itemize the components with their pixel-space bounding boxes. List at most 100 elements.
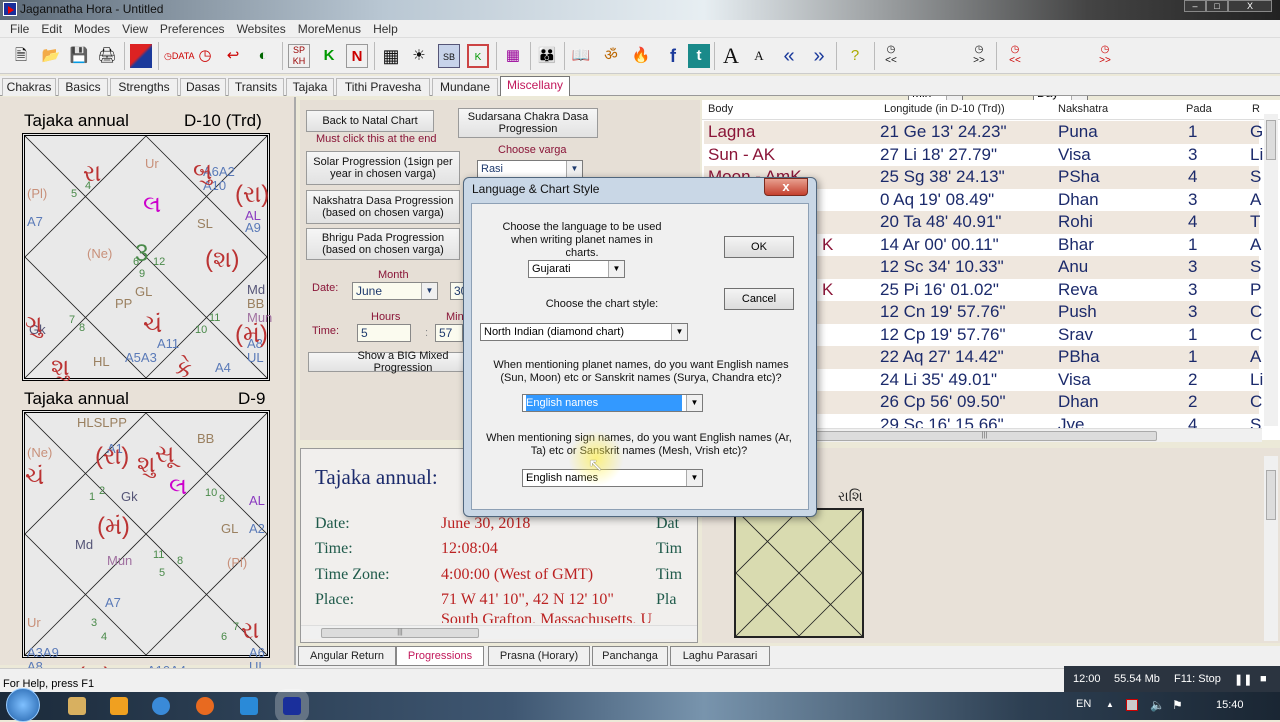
chart-style-select[interactable]: North Indian (diamond chart) ▼ — [480, 323, 688, 341]
tab-basics[interactable]: Basics — [58, 78, 108, 96]
chevron-down-icon[interactable]: ▼ — [421, 283, 437, 299]
back-clock-icon[interactable]: ↩ — [222, 44, 244, 68]
planet-glyph[interactable]: ગુ — [25, 311, 43, 339]
scroll-thumb[interactable]: ||| — [321, 628, 479, 638]
chevron-down-icon[interactable]: ▼ — [608, 261, 624, 277]
firefox-icon[interactable] — [196, 697, 214, 715]
mini-chart-scrollbar[interactable] — [1264, 456, 1278, 641]
minimize-button[interactable]: ‒ — [1184, 0, 1206, 12]
minutes-field[interactable]: 57 — [435, 324, 463, 342]
transit-back-clock-icon[interactable]: ◷ << — [1004, 44, 1026, 68]
half-toggle-icon[interactable]: ◐ — [252, 44, 274, 68]
step-forward-clock-icon[interactable]: ◷ >> — [968, 44, 990, 68]
col-r[interactable]: R — [1252, 103, 1260, 115]
twitter-icon[interactable]: t — [688, 44, 710, 68]
d10-chart[interactable]: Ur (Pl) A7 5 4 A6A2 A10 AL A9 SL (Ne) 6 12 9 GL PP Md BB M… — [22, 133, 272, 383]
menu-websites[interactable]: Websites — [231, 20, 292, 37]
tab-transits[interactable]: Transits — [228, 78, 284, 96]
help-icon[interactable]: ? — [844, 44, 866, 68]
planet-glyph[interactable]: બુ — [193, 158, 212, 186]
sudarsana-button[interactable]: Sudarsana Chakra Dasa Progression — [458, 108, 598, 138]
chevron-down-icon[interactable]: ▼ — [671, 324, 687, 340]
table-row[interactable]: Sun - AK 27 Li 18' 27.79" Visa 3 Li — [704, 143, 1263, 166]
sp-kh-icon[interactable]: SP KH — [288, 44, 310, 68]
family-icon[interactable]: 👪 — [536, 44, 558, 68]
planet-glyph[interactable]: (રા) — [235, 181, 269, 209]
n-button-icon[interactable]: N — [346, 44, 368, 68]
recorder-stop-button[interactable]: F11: Stop — [1174, 673, 1221, 685]
tab-angular-return[interactable]: Angular Return — [298, 646, 396, 666]
chevron-down-icon[interactable]: ▼ — [566, 161, 582, 177]
planet-glyph[interactable]: ચં — [143, 311, 162, 339]
data-clock-icon[interactable]: ◷DATA — [164, 44, 195, 68]
facebook-icon[interactable]: f — [662, 44, 684, 68]
stop-square-icon[interactable]: ■ — [1260, 673, 1267, 685]
d9-chart[interactable]: HLSLPP (Ne) A1 1 2 Gk BB 10 9 AL A2 GL Md Mun 11 8 5 (Pl)… — [22, 410, 270, 692]
hours-field[interactable]: 5 — [357, 324, 411, 342]
book-icon[interactable]: 📖 — [570, 44, 592, 68]
close-window-button[interactable]: X — [1228, 0, 1272, 12]
tab-chakras[interactable]: Chakras — [2, 78, 56, 96]
screen-capture-icon[interactable] — [240, 697, 258, 715]
sb-table-icon[interactable]: SB — [438, 44, 460, 68]
scroll-thumb[interactable] — [1266, 120, 1276, 160]
planet-glyph[interactable]: (મં) — [97, 513, 130, 541]
action-center-flag-icon[interactable]: ⚑ — [1172, 698, 1183, 712]
bhrigu-progression-button[interactable]: Bhrigu Pada Progression (based on chosen… — [306, 228, 460, 260]
font-larger-icon[interactable]: A — [720, 44, 742, 68]
tab-dasas[interactable]: Dasas — [180, 78, 226, 96]
planet-glyph[interactable]: રા — [83, 160, 101, 188]
key-k-icon[interactable]: K — [318, 44, 340, 68]
planet-glyph[interactable]: (રા) — [95, 443, 129, 471]
language-select[interactable]: Gujarati ▼ — [528, 260, 625, 278]
menu-modes[interactable]: Modes — [68, 20, 116, 37]
planet-glyph[interactable]: લ — [143, 191, 161, 219]
month-select[interactable]: June ▼ — [352, 282, 438, 300]
col-longitude[interactable]: Longitude (in D-10 (Trd)) — [884, 103, 1005, 115]
table-vertical-scrollbar[interactable] — [1264, 114, 1278, 426]
planet-glyph[interactable]: શુ — [137, 451, 156, 479]
fire-icon[interactable]: 🔥 — [630, 44, 652, 68]
transit-forward-clock-icon[interactable]: ◷ >> — [1094, 44, 1116, 68]
start-button[interactable] — [6, 688, 40, 722]
dialog-close-button[interactable]: x — [764, 178, 808, 196]
solar-progression-button[interactable]: Solar Progression (1sign per year in cho… — [306, 151, 460, 185]
table-row[interactable]: Lagna 21 Ge 13' 24.23" Puna 1 G — [704, 121, 1263, 144]
network-icon[interactable] — [1126, 699, 1138, 711]
planet-glyph[interactable]: શુ — [51, 354, 70, 382]
nakshatra-progression-button[interactable]: Nakshatra Dasa Progression (based on cho… — [306, 190, 460, 224]
prev-double-icon[interactable]: « — [778, 44, 800, 68]
menu-view[interactable]: View — [116, 20, 154, 37]
chevron-down-icon[interactable]: ▼ — [686, 470, 702, 486]
pause-icon[interactable]: ❚❚ — [1234, 673, 1252, 686]
om-sound-icon[interactable]: ॐ — [600, 44, 622, 68]
step-back-clock-icon[interactable]: ◷ << — [880, 44, 902, 68]
k-box-icon[interactable]: K — [467, 44, 489, 68]
planet-glyph[interactable]: લ — [169, 473, 187, 501]
tab-strengths[interactable]: Strengths — [110, 78, 178, 96]
planet-glyph[interactable]: (શ) — [205, 246, 240, 274]
scroll-thumb[interactable] — [1266, 470, 1276, 520]
menu-file[interactable]: File — [4, 20, 35, 37]
tab-tithi-pravesha[interactable]: Tithi Pravesha — [336, 78, 430, 96]
internet-explorer-icon[interactable] — [152, 697, 170, 715]
planet-glyph[interactable]: (મં) — [235, 321, 268, 349]
menu-help[interactable]: Help — [367, 20, 404, 37]
big-mixed-progression-button[interactable]: Show a BIG Mixed Progression — [308, 350, 468, 374]
new-file-icon[interactable]: 🗎 — [10, 44, 32, 68]
show-hidden-icons[interactable]: ▲ — [1106, 700, 1114, 709]
mini-rasi-chart[interactable] — [734, 508, 864, 638]
planet-glyph[interactable]: રા — [241, 617, 259, 645]
tab-miscellany[interactable]: Miscellany — [500, 76, 570, 96]
birth-data-icon[interactable] — [130, 44, 152, 68]
tab-tajaka[interactable]: Tajaka — [286, 78, 334, 96]
planet-glyph[interactable]: ચં — [25, 463, 44, 491]
language-indicator[interactable]: EN — [1076, 698, 1091, 710]
sun-k-icon[interactable]: ☀ — [408, 44, 430, 68]
next-double-icon[interactable]: » — [808, 44, 830, 68]
chevron-down-icon[interactable]: ▼ — [686, 395, 702, 411]
tab-mundane[interactable]: Mundane — [432, 78, 498, 96]
col-nakshatra[interactable]: Nakshatra — [1058, 103, 1108, 115]
col-body[interactable]: Body — [708, 103, 733, 115]
volume-icon[interactable]: 🔈 — [1150, 698, 1165, 712]
